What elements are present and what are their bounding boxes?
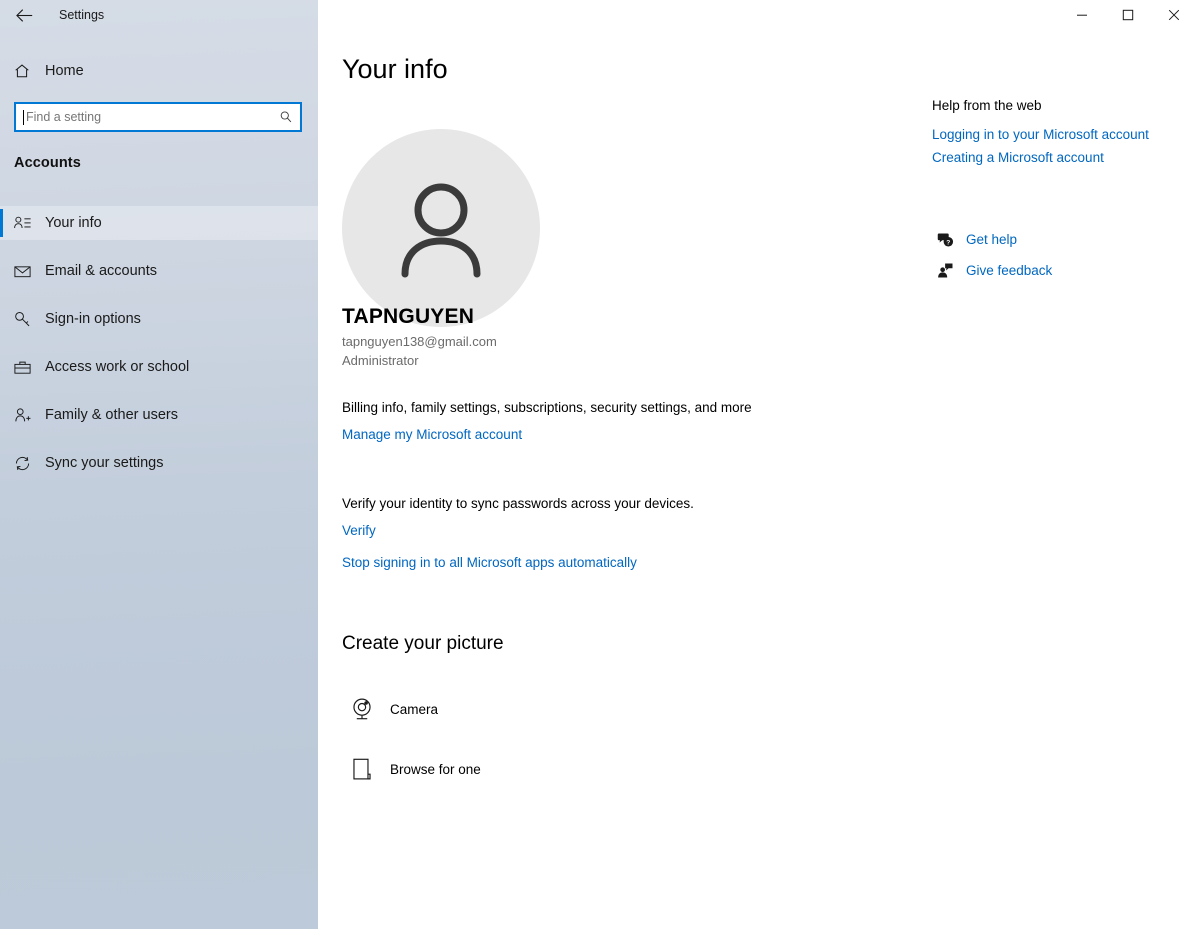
- envelope-icon: [0, 262, 44, 281]
- sidebar-item-label: Sync your settings: [45, 455, 163, 471]
- title-bar: Settings: [0, 0, 1197, 30]
- question-bubble-icon: ?: [932, 231, 958, 248]
- help-actions: ? Get help Give feedback: [932, 226, 1182, 288]
- home-icon: [0, 62, 44, 80]
- maximize-button[interactable]: [1105, 0, 1151, 30]
- sidebar-item-family-other-users[interactable]: Family & other users: [0, 398, 318, 432]
- get-help-action[interactable]: ? Get help: [932, 226, 1182, 252]
- page-title: Your info: [342, 54, 448, 85]
- verify-link[interactable]: Verify: [342, 523, 376, 538]
- sidebar-item-label: Family & other users: [45, 407, 178, 423]
- user-email: tapnguyen138@gmail.com: [342, 334, 497, 349]
- feedback-person-icon: [932, 262, 958, 279]
- sidebar-item-signin-options[interactable]: Sign-in options: [0, 302, 318, 336]
- webcam-icon: [342, 695, 382, 723]
- give-feedback-action[interactable]: Give feedback: [932, 257, 1182, 283]
- sidebar-item-your-info[interactable]: Your info: [0, 206, 318, 240]
- browse-for-one-option[interactable]: Browse for one: [342, 747, 481, 791]
- main-content: Your info TAPNGUYEN tapnguyen138@gmail.c…: [318, 30, 1197, 929]
- briefcase-icon: [0, 358, 44, 377]
- user-info-icon: [0, 214, 44, 233]
- sync-icon: [0, 454, 44, 473]
- window-controls: [1059, 0, 1197, 30]
- window-title: Settings: [59, 0, 104, 30]
- picture-option-label: Camera: [390, 702, 438, 717]
- svg-text:?: ?: [946, 239, 950, 246]
- minimize-button[interactable]: [1059, 0, 1105, 30]
- key-icon: [0, 310, 44, 329]
- avatar: [342, 129, 540, 327]
- help-action-label: Get help: [966, 232, 1017, 247]
- person-add-icon: [0, 406, 44, 425]
- sidebar-item-home[interactable]: Home: [0, 54, 318, 88]
- picture-option-label: Browse for one: [390, 762, 481, 777]
- verify-identity-text: Verify your identity to sync passwords a…: [342, 496, 694, 511]
- sidebar-home-label: Home: [45, 63, 84, 79]
- sidebar-nav-list: Your info Email & accounts: [0, 206, 318, 494]
- file-page-icon: [342, 755, 382, 783]
- sidebar-item-access-work-school[interactable]: Access work or school: [0, 350, 318, 384]
- stop-signing-in-link[interactable]: Stop signing in to all Microsoft apps au…: [342, 555, 637, 570]
- help-panel-heading: Help from the web: [932, 98, 1182, 113]
- camera-option[interactable]: Camera: [342, 687, 438, 731]
- help-link-logging-in[interactable]: Logging in to your Microsoft account: [932, 127, 1182, 142]
- create-your-picture-title: Create your picture: [342, 633, 504, 655]
- sidebar-item-sync-your-settings[interactable]: Sync your settings: [0, 446, 318, 480]
- help-link-creating-account[interactable]: Creating a Microsoft account: [932, 150, 1182, 165]
- close-button[interactable]: [1151, 0, 1197, 30]
- manage-microsoft-account-link[interactable]: Manage my Microsoft account: [342, 427, 522, 442]
- settings-window: Home Accounts: [0, 0, 1197, 929]
- sidebar-item-label: Your info: [45, 215, 102, 231]
- sidebar-item-label: Access work or school: [45, 359, 189, 375]
- search-box[interactable]: [14, 102, 302, 132]
- sidebar-item-label: Email & accounts: [45, 263, 157, 279]
- search-icon[interactable]: [272, 110, 300, 124]
- sidebar: Home Accounts: [0, 0, 318, 929]
- user-name: TAPNGUYEN: [342, 305, 474, 329]
- user-role: Administrator: [342, 353, 419, 368]
- back-button[interactable]: [2, 0, 46, 30]
- sidebar-item-label: Sign-in options: [45, 311, 141, 327]
- help-panel: Help from the web Logging in to your Mic…: [932, 98, 1182, 173]
- sidebar-group-header: Accounts: [14, 155, 81, 171]
- billing-info-text: Billing info, family settings, subscript…: [342, 400, 752, 415]
- help-action-label: Give feedback: [966, 263, 1052, 278]
- sidebar-item-email-accounts[interactable]: Email & accounts: [0, 254, 318, 288]
- search-input[interactable]: [24, 104, 272, 130]
